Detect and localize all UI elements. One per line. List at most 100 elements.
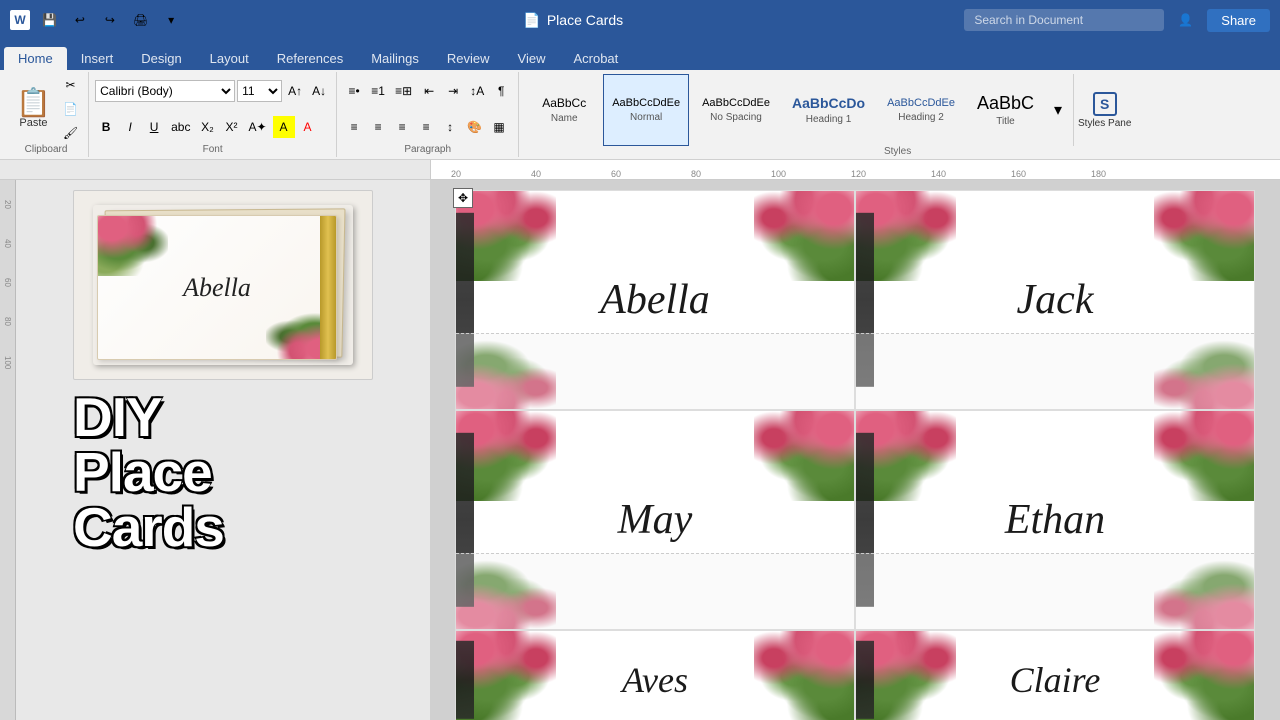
tab-layout[interactable]: Layout <box>196 47 263 70</box>
format-painter-button[interactable]: 🖌 <box>59 122 82 144</box>
style-normal-label: Normal <box>630 112 662 123</box>
tab-acrobat[interactable]: Acrobat <box>559 47 632 70</box>
font-family-select[interactable]: Calibri (Body) <box>95 80 235 102</box>
copy-button[interactable]: 📄 <box>59 98 82 120</box>
tab-view[interactable]: View <box>504 47 560 70</box>
preview-card: Abella <box>73 190 373 380</box>
italic-button[interactable]: I <box>119 116 141 138</box>
doc-area[interactable]: ✥ Abella Jack <box>430 180 1280 720</box>
tab-review[interactable]: Review <box>433 47 504 70</box>
tab-home[interactable]: Home <box>4 47 67 70</box>
style-heading1[interactable]: AaBbCcDo Heading 1 <box>783 74 874 146</box>
subscript-button[interactable]: X₂ <box>196 116 218 138</box>
style-title[interactable]: AaBbC Title <box>968 74 1043 146</box>
underline-button[interactable]: U <box>143 116 165 138</box>
ribbon-group-clipboard: 📋 Paste ✂ 📄 🖌 Clipboard <box>4 72 89 157</box>
style-heading2-preview: AaBbCcDdEe <box>887 97 955 110</box>
card-name-abella: Abella <box>600 276 710 324</box>
fold-line-3 <box>456 553 854 629</box>
font-color-button[interactable]: A <box>297 116 319 138</box>
style-title-preview: AaBbC <box>977 93 1034 115</box>
bullets-button[interactable]: ≡• <box>343 80 365 102</box>
card-name-may: May <box>618 496 693 544</box>
style-name[interactable]: AaBbCc Name <box>529 74 599 146</box>
superscript-button[interactable]: X² <box>220 116 242 138</box>
tab-mailings[interactable]: Mailings <box>357 47 433 70</box>
word-icon: W <box>10 10 30 30</box>
styles-scroll-button[interactable]: ▾ <box>1047 99 1069 121</box>
styles-pane-button[interactable]: S Styles Pane <box>1073 74 1135 146</box>
fold-line-4 <box>856 553 1254 629</box>
styles-label: Styles <box>525 146 1270 157</box>
undo-button[interactable]: ↩ <box>69 9 91 31</box>
place-card-6[interactable]: Claire <box>855 630 1255 720</box>
style-normal-preview: AaBbCcDdEe <box>612 97 680 110</box>
align-center-button[interactable]: ≡ <box>367 116 389 138</box>
style-title-label: Title <box>996 116 1015 127</box>
left-panel: 20 40 60 80 100 Abella <box>0 180 430 720</box>
paste-button[interactable]: 📋 Paste <box>10 85 57 133</box>
justify-button[interactable]: ≡ <box>415 116 437 138</box>
ribbon-group-paragraph: ≡• ≡1 ≡⊞ ⇤ ⇥ ↕A ¶ ≡ ≡ ≡ ≡ ↕ 🎨 ▦ Paragrap… <box>337 72 519 157</box>
card-name-preview: Abella <box>183 273 251 303</box>
line-spacing-button[interactable]: ↕ <box>439 116 461 138</box>
save-button[interactable]: 💾 <box>38 9 61 31</box>
diy-overlay: DIY Place Cards <box>73 390 373 555</box>
print-button[interactable]: 🖨 <box>129 9 152 31</box>
text-effects-button[interactable]: A✦ <box>244 116 270 138</box>
highlight-button[interactable]: A <box>273 116 295 138</box>
styles-pane-label: Styles Pane <box>1078 118 1131 129</box>
ribbon-tabs: Home Insert Design Layout References Mai… <box>0 40 1280 70</box>
place-card-ethan[interactable]: Ethan <box>855 410 1255 630</box>
main-area: 20 40 60 80 100 Abella <box>0 180 1280 720</box>
card-name-jack: Jack <box>1017 276 1094 324</box>
floral-tr-3 <box>754 411 854 501</box>
floral-tr-4 <box>1154 411 1254 501</box>
tab-insert[interactable]: Insert <box>67 47 128 70</box>
styles-pane-icon: S <box>1093 92 1117 116</box>
font-size-select[interactable]: 11 <box>237 80 282 102</box>
ruler-left-pad <box>0 160 430 179</box>
move-handle[interactable]: ✥ <box>453 188 473 208</box>
show-hide-button[interactable]: ¶ <box>490 80 512 102</box>
floral-tr-2 <box>1154 191 1254 281</box>
feather-left-5 <box>456 641 474 719</box>
style-no-spacing-label: No Spacing <box>710 112 762 123</box>
place-card-5[interactable]: Aves <box>455 630 855 720</box>
search-input[interactable] <box>964 9 1164 31</box>
place-card-jack[interactable]: Jack <box>855 190 1255 410</box>
floral-tr-6 <box>1154 631 1254 720</box>
increase-indent-button[interactable]: ⇥ <box>442 80 464 102</box>
sort-button[interactable]: ↕A <box>466 80 488 102</box>
more-button[interactable]: ▾ <box>160 9 182 31</box>
word-doc-icon: 📄 <box>523 12 540 29</box>
style-heading2[interactable]: AaBbCcDdEe Heading 2 <box>878 74 964 146</box>
numbering-button[interactable]: ≡1 <box>367 80 389 102</box>
tab-design[interactable]: Design <box>127 47 195 70</box>
feather-left-6 <box>856 641 874 719</box>
decrease-indent-button[interactable]: ⇤ <box>418 80 440 102</box>
ribbon-group-font: Calibri (Body) 11 A↑ A↓ B I U abc X₂ X² … <box>89 72 337 157</box>
cut-button[interactable]: ✂ <box>59 74 82 96</box>
tab-references[interactable]: References <box>263 47 357 70</box>
style-no-spacing[interactable]: AaBbCcDdEe No Spacing <box>693 74 779 146</box>
style-normal[interactable]: AaBbCcDdEe Normal <box>603 74 689 146</box>
ribbon: 📋 Paste ✂ 📄 🖌 Clipboard Calibri (Body) 1… <box>0 70 1280 160</box>
font-shrink-button[interactable]: A↓ <box>308 80 330 102</box>
style-name-preview: AaBbCc <box>542 96 586 110</box>
diy-line1: DIY <box>73 390 373 445</box>
redo-button[interactable]: ↪ <box>99 9 121 31</box>
share-button[interactable]: Share <box>1207 9 1270 32</box>
account-button[interactable]: 👤 <box>1174 9 1197 31</box>
bold-button[interactable]: B <box>95 116 117 138</box>
place-card-abella[interactable]: Abella <box>455 190 855 410</box>
strikethrough-button[interactable]: abc <box>167 116 194 138</box>
style-heading1-label: Heading 1 <box>806 114 852 125</box>
align-right-button[interactable]: ≡ <box>391 116 413 138</box>
align-left-button[interactable]: ≡ <box>343 116 365 138</box>
shading-button[interactable]: 🎨 <box>463 116 486 138</box>
place-card-may[interactable]: May <box>455 410 855 630</box>
multilevel-button[interactable]: ≡⊞ <box>391 80 416 102</box>
font-grow-button[interactable]: A↑ <box>284 80 306 102</box>
borders-button[interactable]: ▦ <box>488 116 510 138</box>
